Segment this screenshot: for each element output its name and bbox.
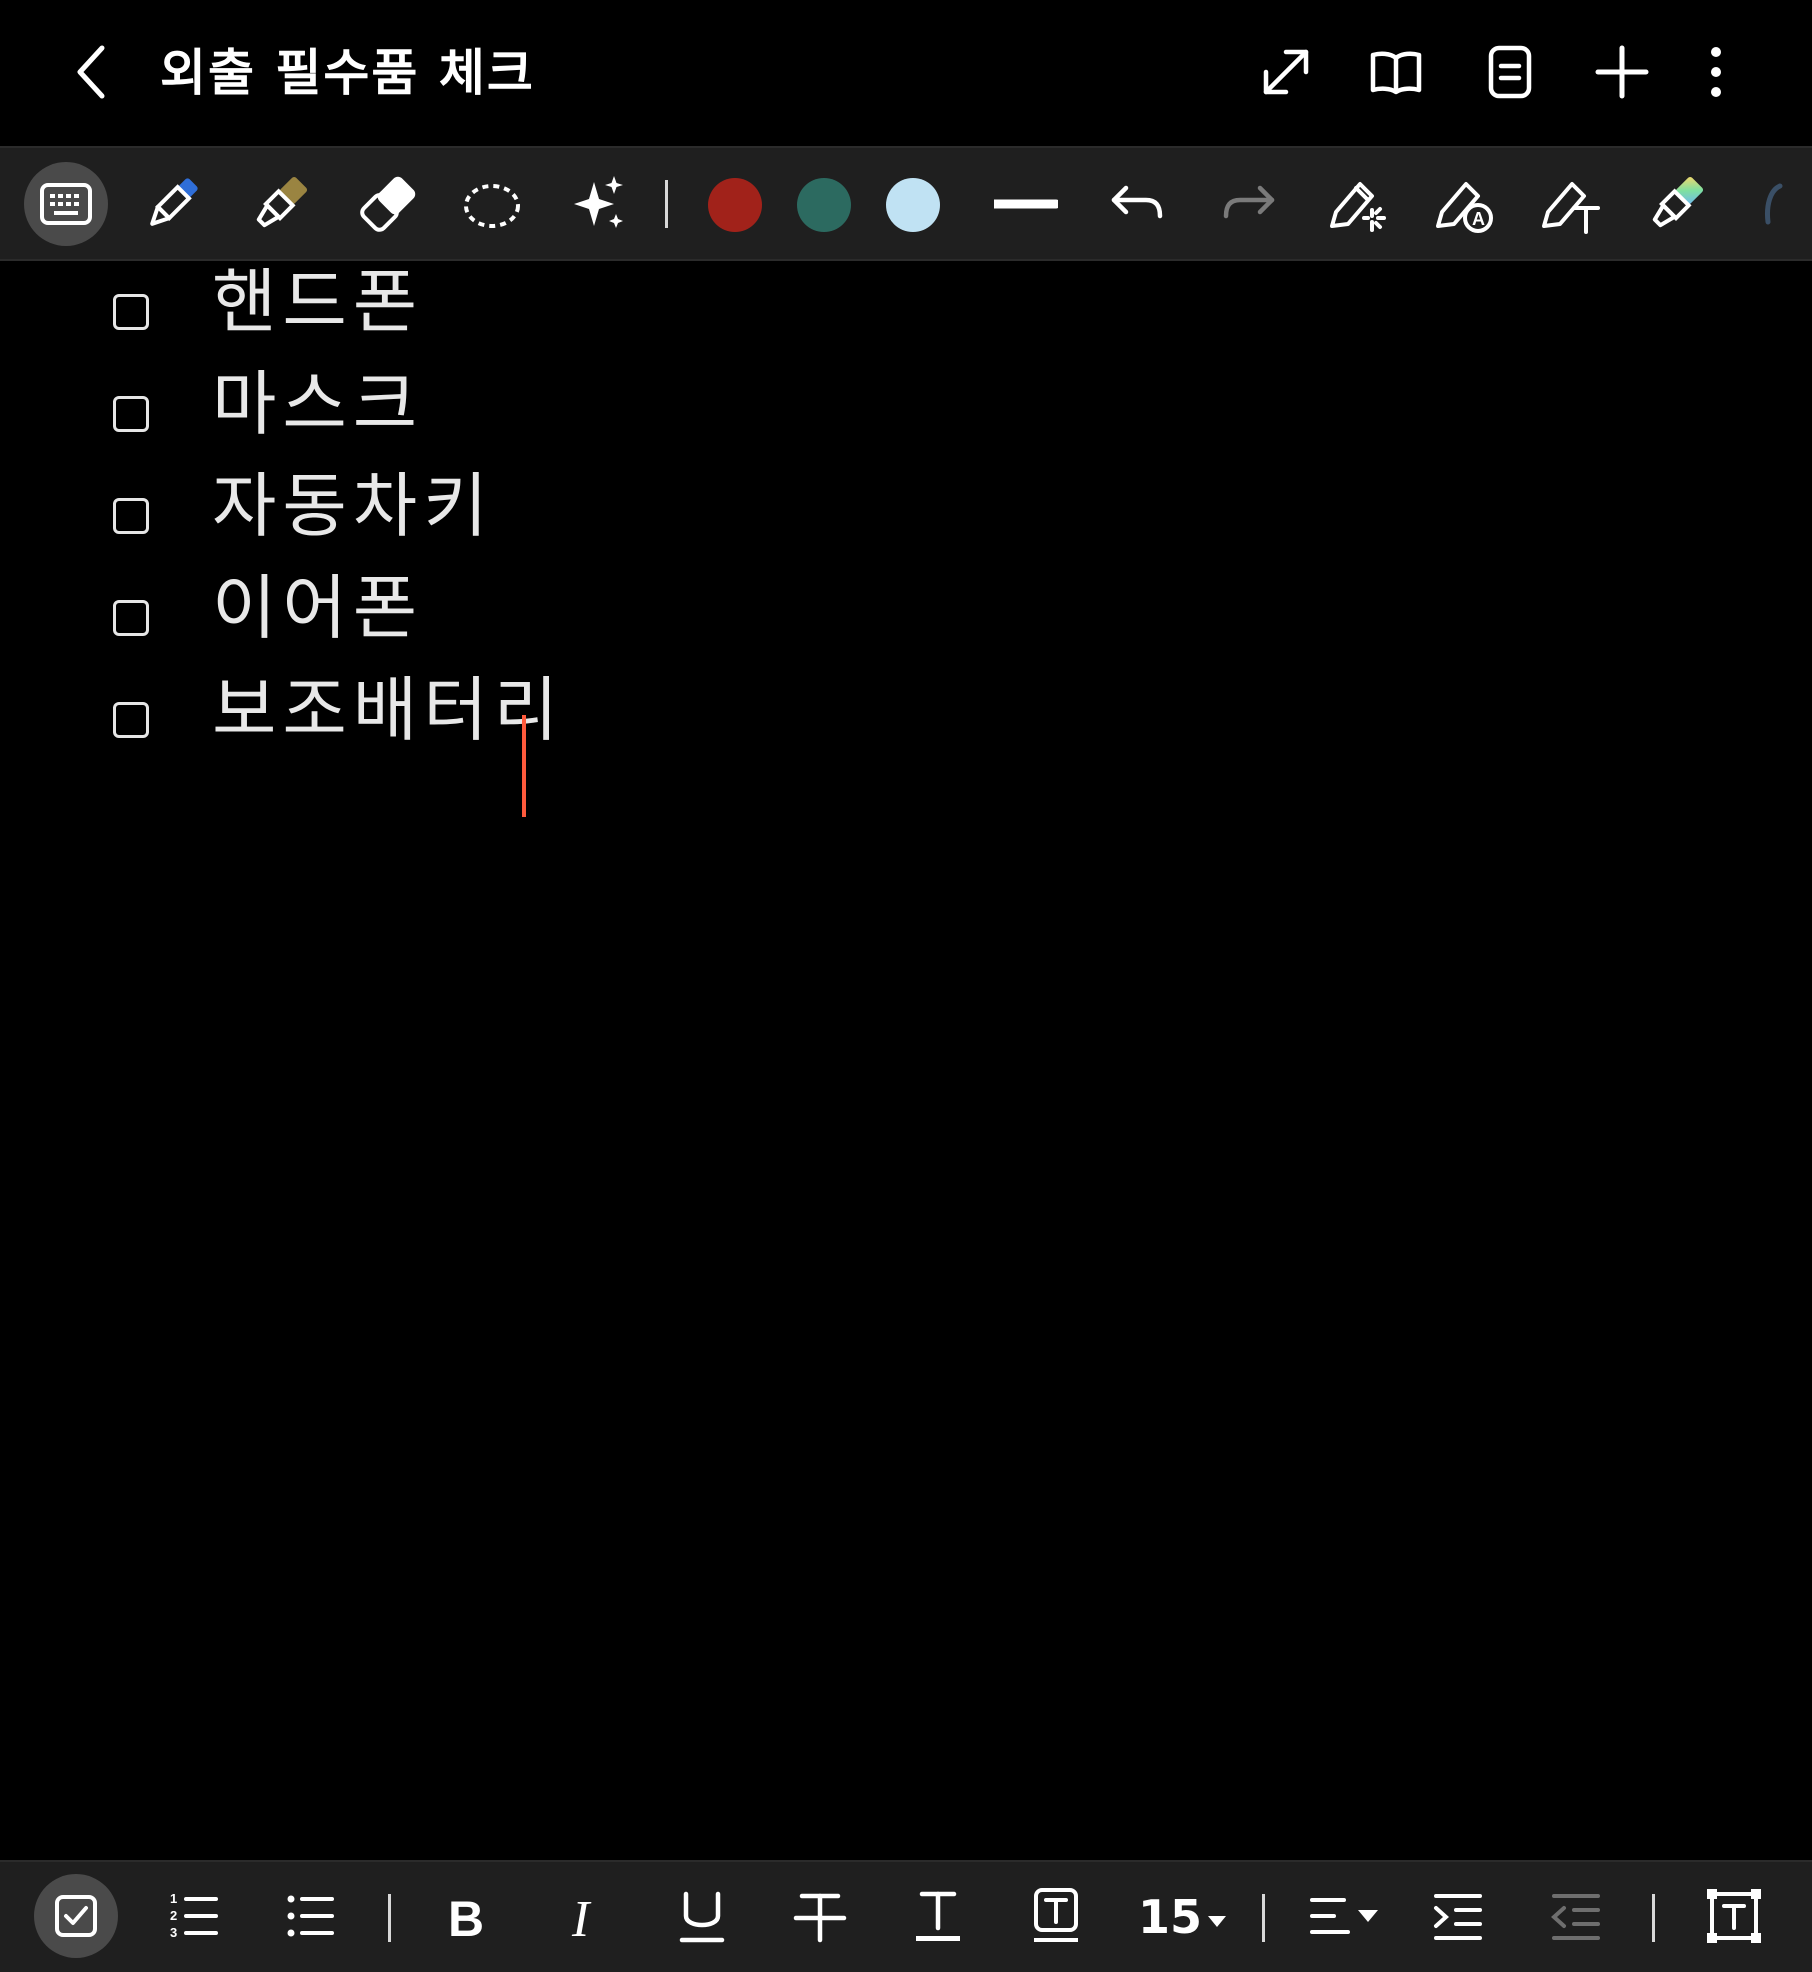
indent-button[interactable]	[1428, 1886, 1488, 1946]
svg-text:B: B	[448, 1891, 484, 1946]
line-thickness-icon	[994, 199, 1058, 209]
pen-icon	[150, 178, 198, 226]
underline-icon	[679, 1891, 725, 1943]
pen-t-icon	[1542, 182, 1600, 234]
svg-text:3: 3	[170, 1925, 177, 1940]
checklist-item-text[interactable]: 마스크	[212, 354, 423, 454]
format-toolbar: 1 2 3 B I 15	[0, 1860, 1812, 1972]
strikethrough-button[interactable]	[790, 1886, 850, 1946]
bullet-list-button[interactable]	[280, 1886, 340, 1946]
font-size-value: 15	[1138, 1890, 1203, 1944]
handwriting-to-text-tool[interactable]: A	[1432, 172, 1496, 236]
page-view-button[interactable]	[1482, 44, 1538, 100]
book-open-icon	[1370, 51, 1422, 95]
plus-icon	[1595, 45, 1649, 99]
expand-button[interactable]	[1258, 44, 1314, 100]
numbered-list-button[interactable]: 1 2 3	[164, 1886, 224, 1946]
undo-button[interactable]	[1106, 172, 1170, 236]
chevron-left-icon	[77, 45, 105, 99]
checkbox[interactable]	[113, 498, 149, 534]
stroke-thickness-button[interactable]	[994, 172, 1058, 236]
text-highlight-button[interactable]	[1026, 1886, 1086, 1946]
bold-button[interactable]: B	[436, 1886, 496, 1946]
ai-assist-tool[interactable]	[568, 172, 632, 236]
highlighter-tool[interactable]	[248, 172, 312, 236]
dropdown-arrow-icon	[1208, 1915, 1227, 1927]
more-vertical-icon	[1711, 47, 1721, 97]
eraser-icon	[360, 176, 416, 232]
partial-tool-icon	[1765, 183, 1783, 225]
bold-icon: B	[448, 1891, 484, 1946]
note-title[interactable]: 외출 필수품 체크	[160, 38, 535, 108]
toolbar-divider	[388, 1894, 391, 1942]
checkbox[interactable]	[113, 294, 149, 330]
color-swatch-teal[interactable]	[797, 178, 851, 232]
keyboard-mode-button[interactable]	[24, 162, 108, 246]
italic-icon: I	[571, 1891, 592, 1946]
redo-button[interactable]	[1216, 172, 1280, 236]
undo-icon	[1111, 185, 1163, 219]
pen-to-text-tool[interactable]	[1538, 172, 1602, 236]
checkbox[interactable]	[113, 396, 149, 432]
svg-text:I: I	[571, 1891, 592, 1946]
toolbar-divider	[1262, 1894, 1265, 1942]
pen-toolbar: A	[0, 146, 1812, 261]
book-view-button[interactable]	[1368, 44, 1424, 100]
checklist-toggle-button[interactable]	[34, 1874, 118, 1958]
bullet-list-icon	[287, 1895, 334, 1937]
checkbox-checked-icon	[55, 1895, 97, 1937]
color-swatch-red[interactable]	[708, 178, 762, 232]
text-color-icon	[916, 1891, 960, 1941]
numbered-list-icon: 1 2 3	[170, 1891, 218, 1940]
lasso-icon	[464, 184, 520, 228]
text-box-button[interactable]	[1704, 1886, 1764, 1946]
underline-button[interactable]	[672, 1886, 732, 1946]
checklist-item-text[interactable]: 자동차키	[212, 456, 494, 556]
color-swatch-light-blue[interactable]	[886, 178, 940, 232]
svg-text:1: 1	[170, 1891, 177, 1906]
highlighter-icon	[256, 176, 308, 228]
expand-icon	[1263, 49, 1309, 95]
text-box-icon	[1707, 1889, 1761, 1943]
text-color-button[interactable]	[908, 1886, 968, 1946]
back-button[interactable]	[68, 42, 118, 102]
indent-icon	[1434, 1894, 1482, 1940]
note-body[interactable]: 핸드폰 마스크 자동차키 이어폰 보조배터리	[0, 258, 1812, 1858]
more-pen-tools-partial[interactable]	[1750, 172, 1790, 236]
sparkle-icon	[574, 176, 623, 228]
add-page-button[interactable]	[1594, 44, 1650, 100]
shape-correction-tool[interactable]	[1326, 172, 1390, 236]
toolbar-divider	[665, 180, 668, 228]
svg-text:2: 2	[170, 1908, 177, 1923]
alignment-dropdown[interactable]	[1306, 1886, 1384, 1946]
pen-tool[interactable]	[140, 172, 204, 236]
pen-sparkle-icon	[1330, 182, 1386, 232]
outdent-icon	[1551, 1894, 1600, 1940]
document-icon	[1488, 45, 1532, 99]
align-left-icon	[1310, 1898, 1378, 1934]
italic-button[interactable]: I	[554, 1886, 614, 1946]
toolbar-divider	[1652, 1894, 1655, 1942]
more-options-button[interactable]	[1690, 44, 1746, 100]
svg-text:A: A	[1472, 209, 1485, 229]
app-bar: 외출 필수품 체크	[0, 0, 1812, 146]
outdent-button[interactable]	[1546, 1886, 1606, 1946]
strikethrough-icon	[793, 1893, 847, 1943]
lasso-select-tool[interactable]	[460, 172, 524, 236]
eraser-tool[interactable]	[356, 172, 420, 236]
font-size-dropdown[interactable]: 15	[1138, 1882, 1228, 1952]
checklist-item-text[interactable]: 보조배터리	[212, 660, 564, 760]
rainbow-pen-tool[interactable]	[1644, 172, 1708, 236]
rainbow-pen-icon	[1652, 176, 1704, 228]
pen-a-icon: A	[1436, 182, 1493, 233]
text-background-icon	[1034, 1888, 1078, 1942]
text-cursor	[522, 715, 526, 817]
checkbox[interactable]	[113, 600, 149, 636]
keyboard-icon	[40, 183, 92, 225]
checkbox[interactable]	[113, 702, 149, 738]
checklist-item-text[interactable]: 핸드폰	[212, 252, 423, 352]
redo-icon	[1223, 185, 1275, 219]
checklist-item-text[interactable]: 이어폰	[212, 558, 423, 658]
